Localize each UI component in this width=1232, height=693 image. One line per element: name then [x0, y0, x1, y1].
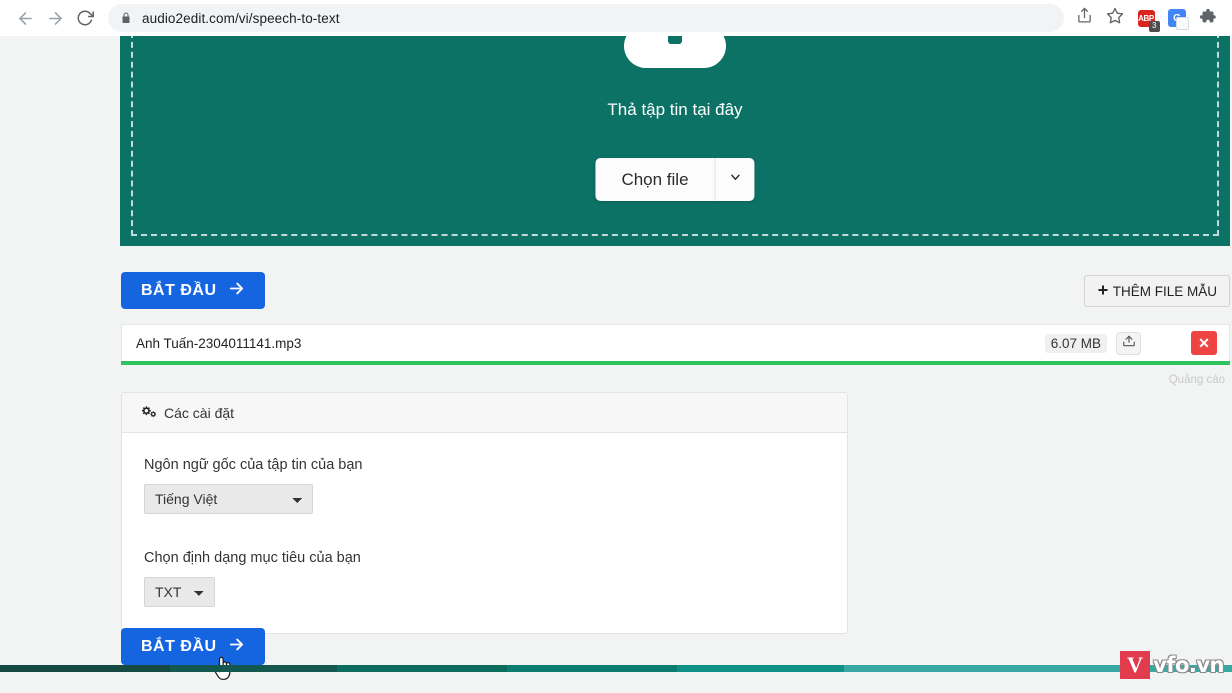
source-language-label: Ngôn ngữ gốc của tập tin của bạn — [144, 457, 363, 473]
translate-label: G — [1173, 12, 1181, 24]
bottom-bar-segment-4 — [677, 665, 844, 672]
choose-file-button-group[interactable]: Chọn file — [595, 158, 755, 201]
watermark-logo: V — [1120, 651, 1151, 679]
target-format-label: Chọn định dạng mục tiêu của bạn — [144, 550, 361, 566]
upload-tray-icon — [1122, 334, 1136, 353]
translate-icon: G — [1168, 9, 1189, 30]
bottom-bar-segment-0 — [0, 665, 170, 672]
bookmark-button[interactable] — [1101, 4, 1129, 32]
bottom-gradient-bar — [0, 665, 1232, 672]
plus-icon — [1097, 284, 1109, 299]
file-dropzone[interactable]: Thả tập tin tại đây Chọn file — [120, 36, 1230, 246]
choose-file-dropdown-button[interactable] — [714, 158, 755, 201]
google-translate-extension-button[interactable]: G — [1163, 4, 1191, 32]
arrow-right-icon — [228, 280, 245, 302]
adblock-extension-button[interactable]: ABP 3 — [1132, 4, 1160, 32]
reload-button[interactable] — [70, 3, 100, 33]
start-button-bottom[interactable]: BẮT ĐẦU — [121, 628, 265, 665]
settings-panel-body: Ngôn ngữ gốc của tập tin của bạn Tiếng V… — [122, 433, 847, 633]
back-arrow-icon — [16, 9, 35, 28]
settings-panel-header: Các cài đặt — [122, 393, 847, 433]
file-name: Anh Tuấn-2304011141.mp3 — [136, 335, 302, 351]
extensions-button[interactable] — [1194, 4, 1222, 32]
bottom-bar-segment-1 — [170, 665, 337, 672]
back-button[interactable] — [10, 3, 40, 33]
close-x-icon: ✕ — [1198, 334, 1210, 351]
url-text: audio2edit.com/vi/speech-to-text — [142, 10, 340, 26]
file-size: 6.07 MB — [1044, 333, 1107, 353]
cloud-upload-icon — [616, 36, 734, 77]
choose-file-button[interactable]: Chọn file — [595, 158, 714, 201]
star-icon — [1106, 7, 1124, 30]
watermark-text: vfo.vn — [1153, 653, 1224, 677]
file-delete-button[interactable]: ✕ — [1191, 331, 1217, 355]
browser-action-icons: ABP 3 G — [1070, 4, 1222, 32]
settings-panel: Các cài đặt Ngôn ngữ gốc của tập tin của… — [121, 392, 848, 634]
target-format-select[interactable]: TXT — [144, 577, 215, 607]
address-bar[interactable]: audio2edit.com/vi/speech-to-text — [108, 4, 1064, 32]
bottom-bar-segment-3 — [507, 665, 677, 672]
file-list-item: Anh Tuấn-2304011141.mp3 6.07 MB ✕ — [121, 324, 1230, 362]
start-button-bottom-label: BẮT ĐẦU — [141, 637, 217, 655]
cogs-icon — [141, 404, 157, 421]
ad-label: Quảng cáo — [1168, 374, 1225, 386]
page-content: Thả tập tin tại đây Chọn file BẮT ĐẦU TH… — [0, 36, 1232, 693]
reload-icon — [76, 9, 94, 27]
forward-arrow-icon — [46, 9, 65, 28]
start-button-top[interactable]: BẮT ĐẦU — [121, 272, 265, 309]
settings-title: Các cài đặt — [164, 404, 235, 421]
forward-button[interactable] — [40, 3, 70, 33]
chevron-down-icon — [728, 170, 742, 189]
adblock-icon: ABP 3 — [1137, 9, 1160, 32]
share-button[interactable] — [1070, 4, 1098, 32]
file-upload-button[interactable] — [1116, 331, 1141, 355]
lock-icon — [120, 12, 132, 24]
bottom-bar-segment-2 — [337, 665, 507, 672]
arrow-right-icon — [228, 636, 245, 658]
add-sample-file-button[interactable]: THÊM FILE MẪU — [1083, 275, 1230, 307]
dropzone-dashed-border: Thả tập tin tại đây Chọn file — [131, 36, 1219, 236]
adblock-badge: 3 — [1148, 20, 1160, 32]
watermark: V vfo.vn — [1120, 651, 1224, 679]
start-button-top-label: BẮT ĐẦU — [141, 281, 217, 299]
add-sample-file-label: THÊM FILE MẪU — [1112, 283, 1217, 299]
puzzle-piece-icon — [1199, 7, 1217, 30]
share-icon — [1076, 7, 1093, 29]
dropzone-text: Thả tập tin tại đây — [607, 100, 743, 119]
browser-toolbar: audio2edit.com/vi/speech-to-text ABP 3 G — [0, 0, 1232, 36]
file-upload-progress-bar — [121, 361, 1230, 365]
source-language-select[interactable]: Tiếng Việt — [144, 484, 313, 514]
